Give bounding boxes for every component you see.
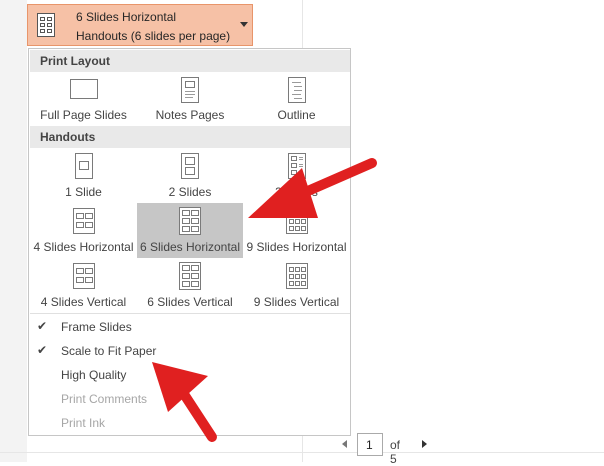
annotation-arrows xyxy=(152,158,377,442)
arrow-to-6-slides-horizontal xyxy=(248,158,377,218)
arrow-to-scale-to-fit-paper xyxy=(152,362,217,442)
